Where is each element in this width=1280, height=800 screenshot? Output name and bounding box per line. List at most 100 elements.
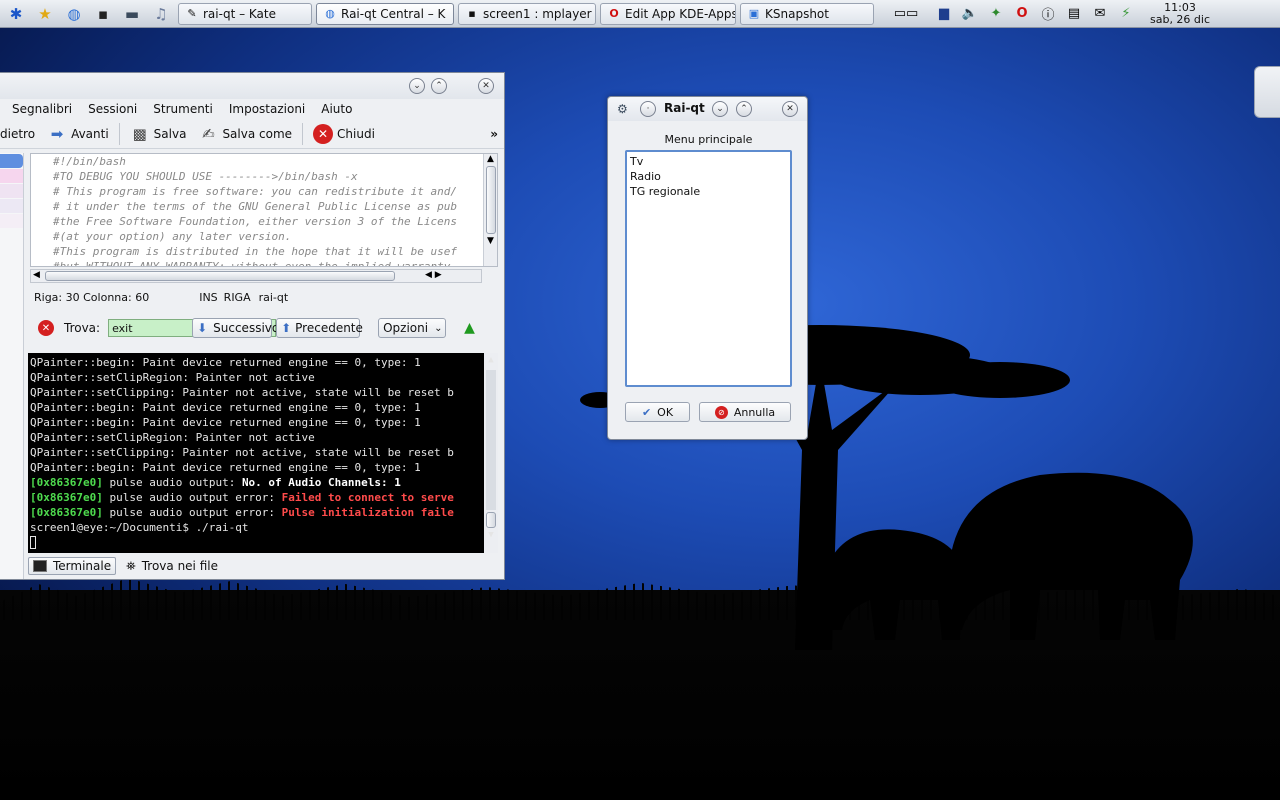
green-up-arrow-icon[interactable]: ▲ [464,320,475,336]
document-list-item[interactable] [0,154,23,168]
maximize-button[interactable]: ⌃ [736,101,752,117]
find-previous-button[interactable]: ⬆ Precedente [276,318,363,338]
close-document-button[interactable]: ✕ Chiudi [307,121,381,147]
konsole-icon[interactable]: ▪ [90,2,116,26]
terminal-prompt[interactable]: screen1@eye:~/Documenti$ ./rai-qt [30,520,482,535]
save-button[interactable]: ▩ Salva [124,121,193,147]
menu-aiuto[interactable]: Aiuto [321,102,352,116]
close-findbar-icon[interactable]: ✕ [38,320,54,336]
opera-tray-icon[interactable]: O [1012,4,1032,24]
terminal-line: QPainter::begin: Paint device returned e… [30,416,421,429]
list-item-tg-regionale[interactable]: TG regionale [630,184,787,199]
terminal-scrollbar[interactable]: ▲ ▼ [484,353,498,553]
list-item-tv[interactable]: Tv [630,154,787,169]
document-list-item[interactable] [0,184,23,198]
terminal-prefix: pulse audio output error: [102,491,282,504]
menu-strumenti[interactable]: Strumenti [153,102,213,116]
arrow-right-icon: ➡ [50,124,64,143]
find-options-dropdown[interactable]: Opzioni ⌄ [378,318,447,338]
clock[interactable]: 11:03 sab, 26 dic [1144,1,1216,26]
code-line[interactable]: #This program is distributed in the hope… [53,244,483,259]
maximize-button[interactable]: ⌃ [431,78,447,94]
info-icon[interactable]: ⓘ [1038,4,1058,24]
terminal-output[interactable]: QPainter::begin: Paint device returned e… [30,355,482,549]
code-line[interactable]: #!/bin/bash [53,154,483,169]
embedded-terminal[interactable]: QPainter::begin: Paint device returned e… [28,353,498,553]
battery-icon[interactable]: ⚡ [1116,4,1136,24]
code-line[interactable]: #the Free Software Foundation, either ve… [53,214,483,229]
task-mplayer[interactable]: ▪ screen1 : mplayer [458,2,596,25]
find-bar: ✕ Trova: ⬇ Successivo ⬆ Precedente Opzio… [24,315,502,341]
kate-window: ⌄ ⌃ ✕ Segnalibri Sessioni Strumenti Impo… [0,72,505,580]
scroll-right-arrow-icon[interactable]: ◀ ▶ [425,270,442,280]
scrollbar-thumb[interactable] [486,512,496,528]
menu-impostazioni[interactable]: Impostazioni [229,102,305,116]
kate-titlebar[interactable]: ⌄ ⌃ ✕ [0,73,504,99]
toolbar-more-button[interactable]: » [484,121,504,147]
code-line[interactable]: #but WITHOUT ANY WARRANTY; without even … [53,259,483,266]
scroll-up-arrow-icon[interactable]: ▲ [484,154,497,164]
volume-icon[interactable]: 🔈 [960,4,980,24]
code-line[interactable]: #TO DEBUG YOU SHOULD USE -------->/bin/b… [53,169,483,184]
code-line[interactable]: # This program is free software: you can… [53,184,483,199]
document-list-item[interactable] [0,169,23,183]
favorites-star-icon[interactable]: ★ [32,2,58,26]
close-window-button[interactable]: ✕ [478,78,494,94]
minimize-button[interactable]: ⌄ [712,101,728,117]
ok-button[interactable]: ✔ OK [625,402,690,422]
save-as-icon: ✍ [202,124,215,143]
document-list-item[interactable] [0,214,23,228]
tab-terminale[interactable]: Terminale [28,557,117,575]
dashboard-toolbox[interactable] [1254,66,1280,118]
kate-menubar: Segnalibri Sessioni Strumenti Impostazio… [0,99,504,119]
raiqt-titlebar[interactable]: ⚙ · Rai-qt ⌄ ⌃ ✕ [608,97,807,121]
editor-horizontal-scrollbar[interactable]: ◀ ◀ ▶ [30,269,482,283]
konqueror-globe-icon[interactable]: ◍ [61,2,87,26]
scrollbar-thumb[interactable] [485,166,496,234]
cancel-button[interactable]: ⊘ Annulla [699,402,791,422]
editor-vertical-scrollbar[interactable]: ▲ ▼ [483,154,497,266]
find-next-button[interactable]: ⬇ Successivo [192,318,279,338]
updates-icon[interactable]: ▤ [1064,4,1084,24]
close-window-button[interactable]: ✕ [782,101,798,117]
menu-sessioni[interactable]: Sessioni [88,102,137,116]
terminal-line: QPainter::setClipRegion: Painter not act… [30,431,315,444]
music-icon[interactable]: ♫ [148,2,174,26]
insert-mode[interactable]: INS [199,291,217,307]
document-list-item[interactable] [0,199,23,213]
scroll-up-arrow-icon[interactable]: ▲ [484,353,498,368]
network-icon[interactable]: ✦ [986,4,1006,24]
sticky-button[interactable]: · [640,101,656,117]
menu-segnalibri[interactable]: Segnalibri [12,102,72,116]
konqueror-icon: ◍ [325,7,335,20]
arrow-up-icon: ⬆ [281,321,292,335]
menu-list[interactable]: Tv Radio TG regionale [625,150,792,387]
scrollbar-thumb[interactable] [45,271,395,281]
cursor-position: Riga: 30 Colonna: 60 [34,291,150,304]
scroll-down-arrow-icon[interactable]: ▼ [484,528,498,543]
task-raiqt-browser[interactable]: ◍ Rai-qt Central – K [316,2,454,25]
scroll-left-arrow-icon[interactable]: ◀ [33,270,40,280]
display-icon[interactable]: ▆ [934,4,954,24]
forward-button[interactable]: ➡ Avanti [41,121,115,147]
window-menu-icon[interactable]: ⚙ [617,102,628,116]
minimize-button[interactable]: ⌄ [409,78,425,94]
kde-menu-icon[interactable]: ✱ [3,2,29,26]
code-line[interactable]: #(at your option) any later version. [53,229,483,244]
list-item-radio[interactable]: Radio [630,169,787,184]
scroll-down-arrow-icon[interactable]: ▼ [484,236,497,246]
tab-trova-nei-file[interactable]: ⛯ Trova nei file [122,557,222,575]
code-editor[interactable]: #!/bin/bash #TO DEBUG YOU SHOULD USE ----… [30,153,498,267]
selection-mode[interactable]: RIGA [224,291,251,307]
pager-icon[interactable]: ▭▭ [884,4,928,24]
code-line[interactable]: # it under the terms of the GNU General … [53,199,483,214]
monitor-icon[interactable]: ▬ [119,2,145,26]
task-ksnapshot[interactable]: ▣ KSnapshot [740,2,874,25]
back-button[interactable]: dietro [0,121,41,147]
code-text[interactable]: #!/bin/bash #TO DEBUG YOU SHOULD USE ----… [31,154,483,266]
save-as-button[interactable]: ✍ Salva come [192,121,298,147]
task-kate[interactable]: ✎ rai-qt – Kate [178,2,312,25]
mail-icon[interactable]: ✉ [1090,4,1110,24]
scrollbar-track[interactable] [486,370,496,510]
task-opera[interactable]: O Edit App KDE-Apps [600,2,736,25]
